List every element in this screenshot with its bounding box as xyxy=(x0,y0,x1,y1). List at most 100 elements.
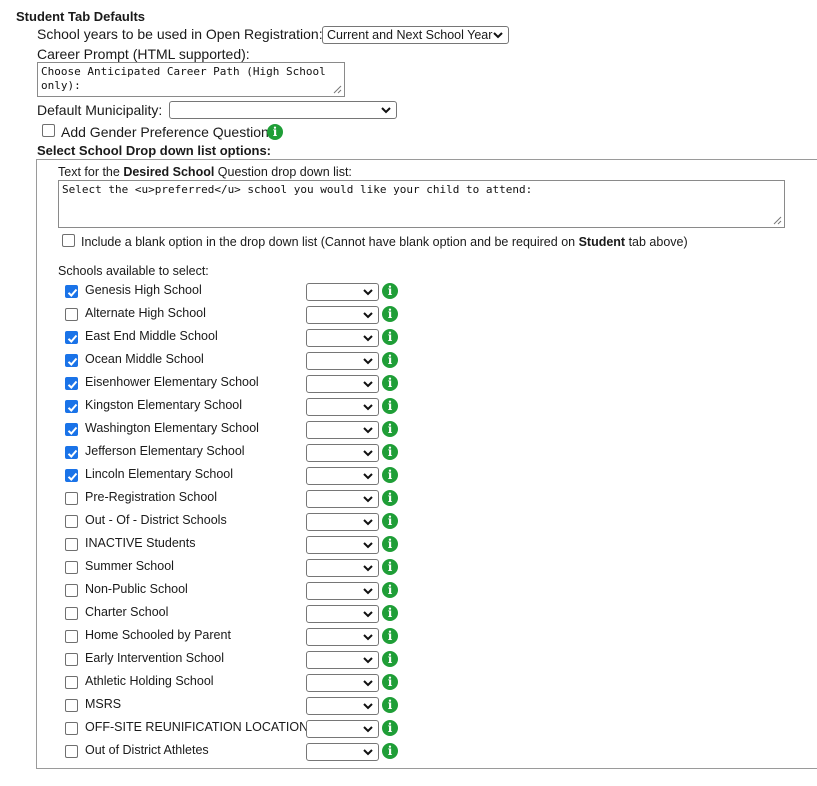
school-order-select[interactable] xyxy=(306,306,379,324)
check-icon xyxy=(67,380,78,389)
info-icon[interactable]: i xyxy=(382,398,398,414)
gender-preference-checkbox[interactable] xyxy=(42,124,55,137)
info-icon[interactable]: i xyxy=(382,306,398,322)
school-checkbox[interactable] xyxy=(65,676,78,689)
school-name: Out - Of - District Schools xyxy=(85,513,227,527)
school-checkbox[interactable] xyxy=(65,607,78,620)
info-icon[interactable]: i xyxy=(382,605,398,621)
school-checkbox[interactable] xyxy=(65,492,78,505)
school-order-select[interactable] xyxy=(306,628,379,646)
school-checkbox[interactable] xyxy=(65,722,78,735)
school-name: Non-Public School xyxy=(85,582,188,596)
school-checkbox[interactable] xyxy=(65,630,78,643)
school-checkbox[interactable] xyxy=(65,285,78,298)
chevron-down-icon xyxy=(363,312,373,319)
school-order-select[interactable] xyxy=(306,467,379,485)
info-icon[interactable]: i xyxy=(382,628,398,644)
info-icon[interactable]: i xyxy=(382,283,398,299)
school-order-select[interactable] xyxy=(306,605,379,623)
info-icon[interactable]: i xyxy=(382,444,398,460)
school-order-select[interactable] xyxy=(306,398,379,416)
info-icon[interactable]: i xyxy=(382,651,398,667)
blank-option-label-pre: Include a blank option in the drop down … xyxy=(81,235,579,249)
school-order-select[interactable] xyxy=(306,352,379,370)
school-row: East End Middle School i xyxy=(0,326,817,349)
school-checkbox[interactable] xyxy=(65,377,78,390)
school-order-select[interactable] xyxy=(306,490,379,508)
school-name: INACTIVE Students xyxy=(85,536,196,550)
school-order-select[interactable] xyxy=(306,421,379,439)
info-icon[interactable]: i xyxy=(382,375,398,391)
check-icon xyxy=(67,334,78,343)
chevron-down-icon xyxy=(363,381,373,388)
school-checkbox[interactable] xyxy=(65,538,78,551)
school-name: Ocean Middle School xyxy=(85,352,204,366)
check-icon xyxy=(67,288,78,297)
school-checkbox[interactable] xyxy=(65,584,78,597)
school-order-select[interactable] xyxy=(306,329,379,347)
school-order-select[interactable] xyxy=(306,582,379,600)
school-checkbox[interactable] xyxy=(65,561,78,574)
info-icon[interactable]: i xyxy=(382,329,398,345)
chevron-down-icon xyxy=(363,519,373,526)
info-icon[interactable]: i xyxy=(382,536,398,552)
chevron-down-icon xyxy=(363,634,373,641)
info-icon[interactable]: i xyxy=(382,720,398,736)
check-icon xyxy=(67,449,78,458)
school-checkbox[interactable] xyxy=(65,653,78,666)
desired-school-textarea[interactable] xyxy=(58,180,785,228)
school-row: INACTIVE Students i xyxy=(0,533,817,556)
school-checkbox[interactable] xyxy=(65,699,78,712)
school-order-select[interactable] xyxy=(306,283,379,301)
school-checkbox[interactable] xyxy=(65,308,78,321)
school-row: Genesis High School i xyxy=(0,280,817,303)
school-checkbox[interactable] xyxy=(65,745,78,758)
municipality-select[interactable] xyxy=(169,101,397,119)
info-icon[interactable]: i xyxy=(382,582,398,598)
info-icon[interactable]: i xyxy=(382,352,398,368)
check-icon xyxy=(67,426,78,435)
chevron-down-icon xyxy=(493,32,503,39)
school-checkbox[interactable] xyxy=(65,446,78,459)
career-prompt-textarea[interactable] xyxy=(37,62,345,97)
info-icon[interactable]: i xyxy=(382,559,398,575)
info-icon[interactable]: i xyxy=(267,124,283,140)
info-icon[interactable]: i xyxy=(382,421,398,437)
school-years-select[interactable]: Current and Next School Year xyxy=(322,26,509,44)
school-checkbox[interactable] xyxy=(65,423,78,436)
school-order-select[interactable] xyxy=(306,651,379,669)
drop-down-heading: Select School Drop down list options: xyxy=(37,143,272,158)
school-row: Charter School i xyxy=(0,602,817,625)
school-checkbox[interactable] xyxy=(65,400,78,413)
school-order-select[interactable] xyxy=(306,375,379,393)
school-order-select[interactable] xyxy=(306,513,379,531)
school-order-select[interactable] xyxy=(306,559,379,577)
blank-option-label: Include a blank option in the drop down … xyxy=(81,235,688,249)
school-years-value: Current and Next School Year xyxy=(327,28,493,42)
school-checkbox[interactable] xyxy=(65,469,78,482)
blank-option-checkbox[interactable] xyxy=(62,234,75,247)
chevron-down-icon xyxy=(363,726,373,733)
chevron-down-icon xyxy=(363,588,373,595)
info-icon[interactable]: i xyxy=(382,743,398,759)
check-icon xyxy=(67,403,78,412)
check-icon xyxy=(67,472,78,481)
school-checkbox[interactable] xyxy=(65,331,78,344)
school-order-select[interactable] xyxy=(306,743,379,761)
chevron-down-icon xyxy=(363,565,373,572)
info-icon[interactable]: i xyxy=(382,513,398,529)
school-order-select[interactable] xyxy=(306,720,379,738)
school-checkbox[interactable] xyxy=(65,354,78,367)
info-icon[interactable]: i xyxy=(382,490,398,506)
school-order-select[interactable] xyxy=(306,674,379,692)
resize-grip-icon[interactable] xyxy=(332,84,342,94)
check-icon xyxy=(67,357,78,366)
school-checkbox[interactable] xyxy=(65,515,78,528)
school-order-select[interactable] xyxy=(306,444,379,462)
info-icon[interactable]: i xyxy=(382,697,398,713)
school-order-select[interactable] xyxy=(306,536,379,554)
info-icon[interactable]: i xyxy=(382,467,398,483)
info-icon[interactable]: i xyxy=(382,674,398,690)
school-order-select[interactable] xyxy=(306,697,379,715)
resize-grip-icon[interactable] xyxy=(772,215,782,225)
